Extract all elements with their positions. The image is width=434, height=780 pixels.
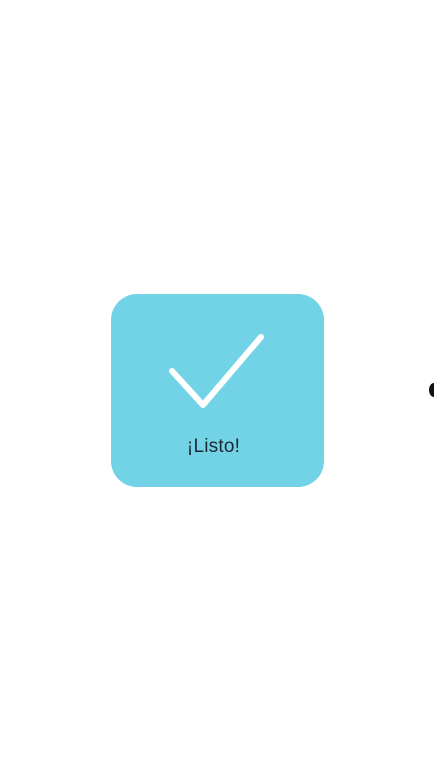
screen: ¡Listo! bbox=[0, 0, 434, 780]
partial-offscreen-glyph bbox=[429, 383, 434, 397]
checkmark-icon bbox=[169, 334, 264, 408]
toast-message: ¡Listo! bbox=[186, 436, 241, 457]
